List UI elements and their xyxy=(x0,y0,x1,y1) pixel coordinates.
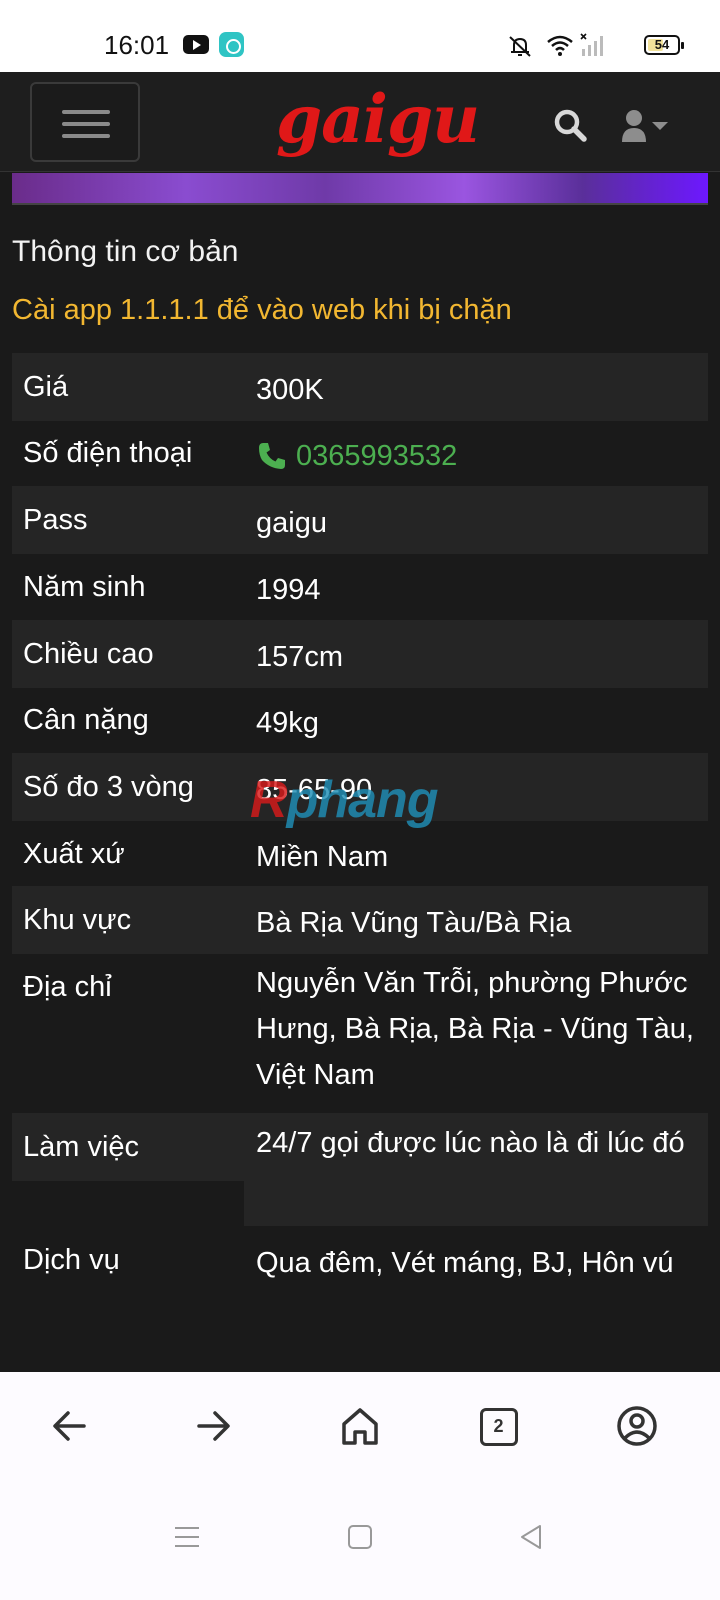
row-value: Miền Nam xyxy=(256,841,389,873)
caret-down-icon xyxy=(652,122,668,130)
row-label: Khu vực xyxy=(12,886,244,954)
notice-link[interactable]: Cài app 1.1.1.1 để vào web khi bị chặn xyxy=(12,290,512,330)
status-time: 16:01 xyxy=(104,30,170,60)
row-value: 49kg xyxy=(256,707,319,739)
row-value: 300K xyxy=(244,353,708,421)
search-icon[interactable] xyxy=(553,108,589,144)
row-value: Qua đêm, Vét máng, BJ, Hôn vú xyxy=(256,1247,674,1279)
row-value: 1994 xyxy=(256,574,321,606)
table-row: Chiều cao 157cm xyxy=(12,620,708,688)
table-row: Giá 300K xyxy=(12,353,708,421)
user-icon xyxy=(626,110,642,126)
phone-value[interactable]: 0365993532 xyxy=(244,419,708,487)
row-label: Giá xyxy=(12,353,244,421)
table-row: Số đo 3 vòng 85-65-90 xyxy=(12,753,708,821)
row-value: 85-65-90 xyxy=(244,753,708,821)
row-label: Cân nặng xyxy=(23,704,149,736)
phone-number[interactable]: 0365993532 xyxy=(296,433,457,479)
row-label: Làm việc xyxy=(12,1113,244,1181)
user-menu-button[interactable] xyxy=(622,108,680,144)
table-row: Dịch vụ Qua đêm, Vét máng, BJ, Hôn vú xyxy=(12,1226,708,1294)
table-row: Địa chỉ Nguyễn Văn Trỗi, phường Phước Hư… xyxy=(12,953,708,1113)
row-label: Xuất xứ xyxy=(23,838,125,870)
tab-count: 2 xyxy=(493,1416,504,1436)
site-header: gaigu xyxy=(0,72,720,172)
bell-off-icon xyxy=(509,36,531,57)
account-icon[interactable] xyxy=(613,1402,661,1450)
menu-icon xyxy=(62,110,110,114)
phone-icon xyxy=(259,443,285,469)
signal-icon xyxy=(580,33,603,56)
forward-arrow-icon[interactable] xyxy=(189,1402,237,1450)
info-table: Giá 300K Số điện thoại 0365993532 Pass g… xyxy=(12,353,708,1294)
banner-image xyxy=(12,173,708,205)
app-icon xyxy=(219,32,244,57)
battery-icon: 54 xyxy=(644,35,684,55)
table-row: Khu vực Bà Rịa Vũng Tàu/Bà Rịa xyxy=(12,886,708,954)
row-label: Pass xyxy=(12,486,244,554)
row-value: 157cm xyxy=(244,620,708,688)
youtube-icon xyxy=(183,35,209,54)
row-label: Số điện thoại xyxy=(23,437,193,469)
table-row: Làm việc 24/7 gọi được lúc nào là đi lúc… xyxy=(12,1113,708,1226)
browser-toolbar: 2 xyxy=(0,1372,720,1482)
table-row: Số điện thoại 0365993532 xyxy=(12,419,708,486)
menu-button[interactable] xyxy=(30,82,140,162)
row-value: Bà Rịa Vũng Tàu/Bà Rịa xyxy=(244,886,708,954)
row-value: gaigu xyxy=(244,486,708,554)
row-value: Nguyễn Văn Trỗi, phường Phước Hưng, Bà R… xyxy=(256,967,694,1091)
home-square-icon[interactable] xyxy=(345,1522,375,1552)
tabs-icon[interactable]: 2 xyxy=(480,1408,518,1446)
wifi-icon xyxy=(547,35,573,56)
home-icon[interactable] xyxy=(336,1402,384,1450)
row-label: Chiều cao xyxy=(12,620,244,688)
row-label: Dịch vụ xyxy=(23,1244,120,1276)
section-title: Thông tin cơ bản xyxy=(12,235,239,268)
row-label: Năm sinh xyxy=(23,571,146,603)
table-row: Năm sinh 1994 xyxy=(12,553,708,620)
row-label: Địa chỉ xyxy=(23,971,112,1003)
back-arrow-icon[interactable] xyxy=(46,1402,94,1450)
battery-text: 54 xyxy=(654,37,670,52)
site-logo[interactable]: gaigu xyxy=(276,86,480,156)
table-row: Xuất xứ Miền Nam xyxy=(12,820,708,886)
status-icons: 54 xyxy=(480,30,684,60)
table-row: Cân nặng 49kg xyxy=(12,686,708,753)
system-nav-bar xyxy=(0,1482,720,1600)
row-label: Số đo 3 vòng xyxy=(12,753,244,821)
recents-icon[interactable] xyxy=(172,1522,202,1552)
table-row: Pass gaigu xyxy=(12,486,708,554)
status-bar: 16:01 54 xyxy=(0,0,720,72)
back-triangle-icon[interactable] xyxy=(516,1522,546,1552)
row-value: 24/7 gọi được lúc nào là đi lúc đó xyxy=(244,1113,708,1226)
